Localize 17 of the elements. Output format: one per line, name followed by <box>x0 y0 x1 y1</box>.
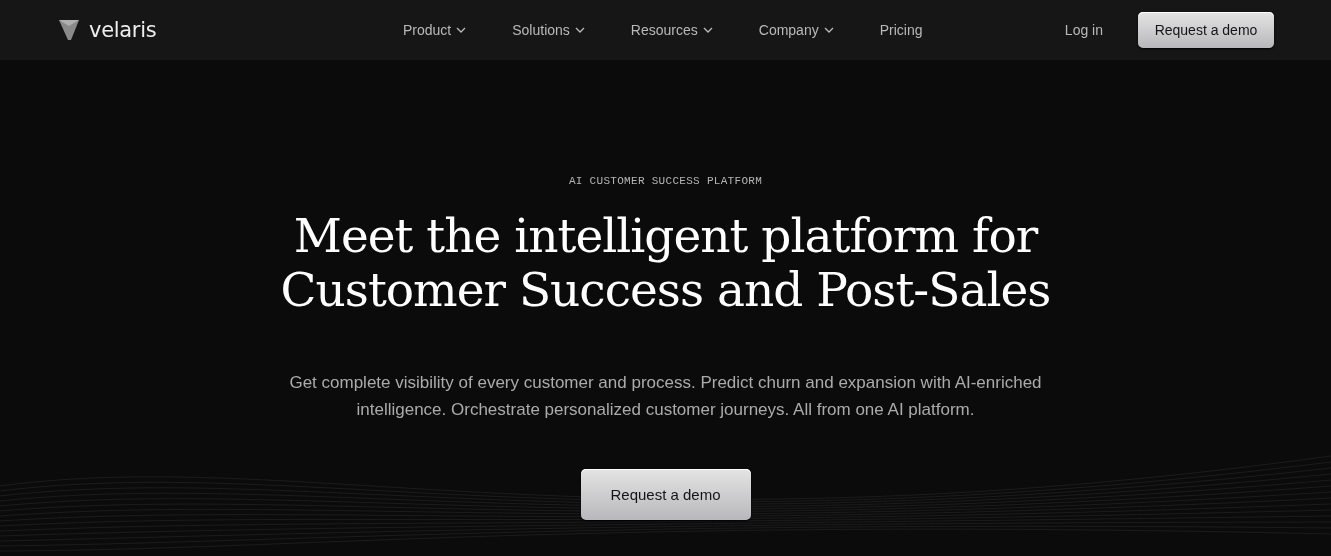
logo-wordmark[interactable]: velaris <box>89 18 157 42</box>
hero-headline: Meet the intelligent platform for Customer Success and Post-Sales <box>280 209 1051 317</box>
nav-menu-link[interactable]: Resources <box>630 22 713 38</box>
nav-link[interactable]: Pricing <box>879 22 923 38</box>
nav-menu-link[interactable]: Company <box>758 22 834 38</box>
nav-menu-link[interactable]: Solutions <box>512 22 585 38</box>
eyebrow-label: AI CUSTOMER SUCCESS PLATFORM <box>568 175 763 187</box>
request-demo-button[interactable]: Request a demo <box>580 469 751 520</box>
chevron-down-icon <box>574 27 585 33</box>
chevron-down-icon <box>702 27 713 33</box>
request-demo-button[interactable]: Request a demo <box>1138 12 1274 48</box>
login-link[interactable]: Log in <box>1064 22 1103 38</box>
logo-icon <box>58 19 80 41</box>
nav-menu-link[interactable]: Product <box>403 22 467 38</box>
hero-description: Get complete visibility of every customer and process. Predict churn and expansion with AI-enriched intelligence. Orchestrate personalized customer journeys. All from one AI platform. <box>289 372 1042 421</box>
chevron-down-icon <box>823 27 834 33</box>
chevron-down-icon <box>456 27 467 33</box>
